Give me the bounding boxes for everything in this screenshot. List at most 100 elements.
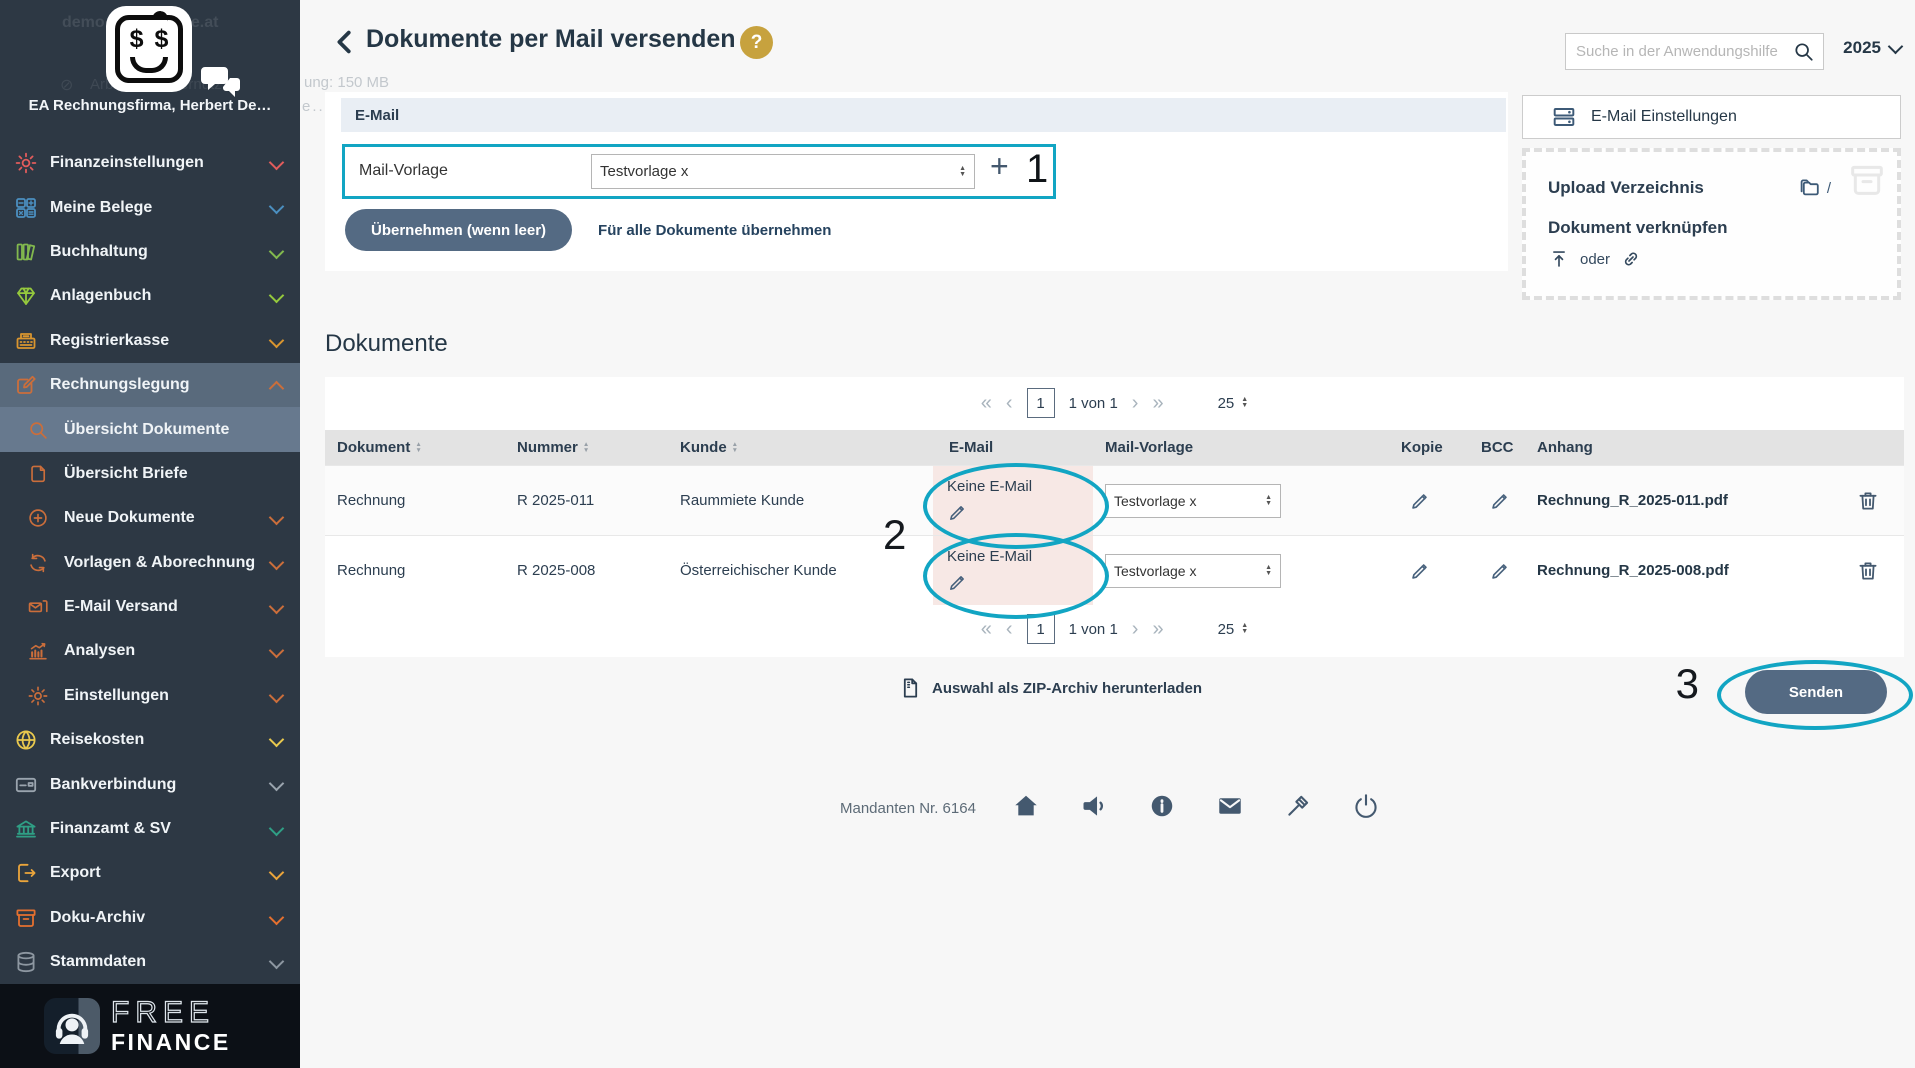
prev-page-button[interactable]: ‹ [1006,393,1013,413]
year-select[interactable]: 2025 [1843,38,1901,58]
sidebar-item-bankverbindung[interactable]: Bankverbindung [0,762,300,806]
archive-icon [14,906,38,930]
first-page-button[interactable]: « [981,393,992,413]
email-panel: E-Mail Mail-Vorlage Testvorlage x ▲▼ + 1… [325,92,1508,271]
help-icon[interactable]: ? [740,26,773,59]
page-footer: Mandanten Nr. 6164 [300,792,1915,832]
power-icon[interactable] [1352,792,1380,820]
sidebar-item-uebersicht-dokumente[interactable]: Übersicht Dokumente [0,407,300,451]
sidebar-item-vorlagen-aborechnung[interactable]: Vorlagen & Aborechnung [0,541,300,585]
edit-email-pencil-icon[interactable] [947,502,968,523]
documents-heading: Dokumente [325,330,448,358]
sidebar-item-neue-dokumente[interactable]: Neue Dokumente [0,496,300,540]
sidebar-item-label: Analysen [64,642,135,660]
mail-vorlage-label: Mail-Vorlage [359,162,448,180]
first-page-button[interactable]: « [981,619,992,639]
sidebar-item-email-versand[interactable]: E-Mail Versand [0,585,300,629]
next-page-button[interactable]: › [1132,619,1139,639]
sidebar-nav: FinanzeinstellungenMeine Belege Buchhaltu… [0,141,300,984]
attachment-link[interactable]: Rechnung_R_2025-011.pdf [1537,492,1728,509]
help-search-box [1565,33,1824,70]
current-page-input[interactable]: 1 [1027,614,1055,644]
info-icon[interactable] [1148,792,1176,820]
zip-download-link[interactable]: Auswahl als ZIP-Archiv herunterladen [898,676,1202,700]
gear-icon [27,685,49,707]
row-mail-vorlage-select[interactable]: Testvorlage x▲▼ [1105,484,1281,518]
sort-icon[interactable]: ▲▼ [732,442,738,453]
cell-dokument: Rechnung [337,562,517,579]
edit-email-pencil-icon[interactable] [947,572,968,593]
back-button[interactable] [330,27,360,57]
next-page-button[interactable]: › [1132,393,1139,413]
trash-icon[interactable] [1856,559,1880,583]
uebernehmen-button[interactable]: Übernehmen (wenn leer) [345,209,572,251]
row-mail-vorlage-select[interactable]: Testvorlage x▲▼ [1105,554,1281,588]
annotation-number-2: 2 [883,511,906,559]
sidebar-item-analysen[interactable]: Analysen [0,629,300,673]
column-header: Anhang [1537,439,1904,456]
sort-icon[interactable]: ▲▼ [583,442,589,453]
app-root: demo ce.at ⊘ Arbeitsspeichernutz $$ EA R… [0,0,1915,1068]
sidebar-item-label: Registrierkasse [50,332,169,350]
sidebar-item-uebersicht-briefe[interactable]: Übersicht Briefe [0,452,300,496]
chevron-down-icon [269,732,285,748]
senden-button[interactable]: Senden [1745,670,1887,714]
chevron-up-icon [269,381,285,397]
edit-bcc-pencil-icon[interactable] [1489,490,1511,512]
freefinance-logo: FREE FINANCE [0,984,300,1068]
sidebar-item-rechnungslegung[interactable]: Rechnungslegung [0,363,300,407]
sidebar-item-einstellungen[interactable]: Einstellungen [0,674,300,718]
grid-icon [14,196,38,220]
tools-icon[interactable] [1284,792,1312,820]
email-cell: Keine E-Mail [933,466,1093,535]
trash-icon[interactable] [1856,489,1880,513]
letter-icon [27,463,49,485]
edit-bcc-pencil-icon[interactable] [1489,560,1511,582]
search-input[interactable] [1566,43,1792,60]
sidebar-item-doku-archiv[interactable]: Doku-Archiv [0,896,300,940]
sidebar-item-registrierkasse[interactable]: Registrierkasse [0,319,300,363]
sidebar-item-stammdaten[interactable]: Stammdaten [0,940,300,984]
chevron-down-icon [269,776,285,792]
current-page-input[interactable]: 1 [1027,388,1055,418]
sidebar-item-export[interactable]: Export [0,851,300,895]
mail-vorlage-select[interactable]: Testvorlage x ▲▼ [591,154,975,189]
pagination-top: «‹11 von 1›»25▲▼ [325,388,1904,418]
edit-kopie-pencil-icon[interactable] [1409,560,1431,582]
sidebar-item-meine-belege[interactable]: Meine Belege [0,185,300,229]
apply-all-link[interactable]: Für alle Dokumente übernehmen [598,222,831,239]
home-icon[interactable] [1012,792,1040,820]
main-content: ung: 150 MB e... Dokumente per Mail vers… [300,0,1915,1068]
edit-kopie-pencil-icon[interactable] [1409,490,1431,512]
last-page-button[interactable]: » [1152,393,1163,413]
sidebar-item-finanzeinstellungen[interactable]: Finanzeinstellungen [0,141,300,185]
row-mail-vorlage-value: Testvorlage x [1114,493,1196,509]
attachment-link[interactable]: Rechnung_R_2025-008.pdf [1537,562,1729,579]
column-header[interactable]: Dokument▲▼ [337,439,517,456]
sidebar-item-reisekosten[interactable]: Reisekosten [0,718,300,762]
table-header-row: Dokument▲▼Nummer▲▼Kunde▲▼E-MailMail-Vorl… [325,430,1904,465]
link-icon[interactable] [1620,248,1642,270]
last-page-button[interactable]: » [1152,619,1163,639]
upload-icon[interactable] [1548,248,1570,270]
search-icon[interactable] [1792,40,1815,63]
page-size-select[interactable]: 25▲▼ [1218,395,1249,412]
company-name[interactable]: EA Rechnungsfirma, Herbert De… [0,97,300,114]
sidebar-item-anlagenbuch[interactable]: Anlagenbuch [0,274,300,318]
email-settings-button[interactable]: E-Mail Einstellungen [1522,95,1901,139]
sidebar-item-buchhaltung[interactable]: Buchhaltung [0,230,300,274]
sidebar-item-finanzamt-sv[interactable]: Finanzamt & SV [0,807,300,851]
sort-icon[interactable]: ▲▼ [415,442,421,453]
prev-page-button[interactable]: ‹ [1006,619,1013,639]
add-vorlage-button[interactable]: + [990,148,1009,185]
envelope-icon[interactable] [1216,792,1244,820]
choose-folder-button[interactable]: / [1797,176,1831,200]
megaphone-icon[interactable] [1080,792,1108,820]
upload-dropzone[interactable]: Upload Verzeichnis / Dokument verknüpfen… [1522,148,1901,300]
column-header[interactable]: Kunde▲▼ [680,439,949,456]
page-size-select[interactable]: 25▲▼ [1218,621,1249,638]
sidebar-item-label: Buchhaltung [50,243,148,261]
email-settings-label: E-Mail Einstellungen [1591,108,1737,126]
archive-ghost-icon [1847,160,1887,200]
column-header[interactable]: Nummer▲▼ [517,439,680,456]
